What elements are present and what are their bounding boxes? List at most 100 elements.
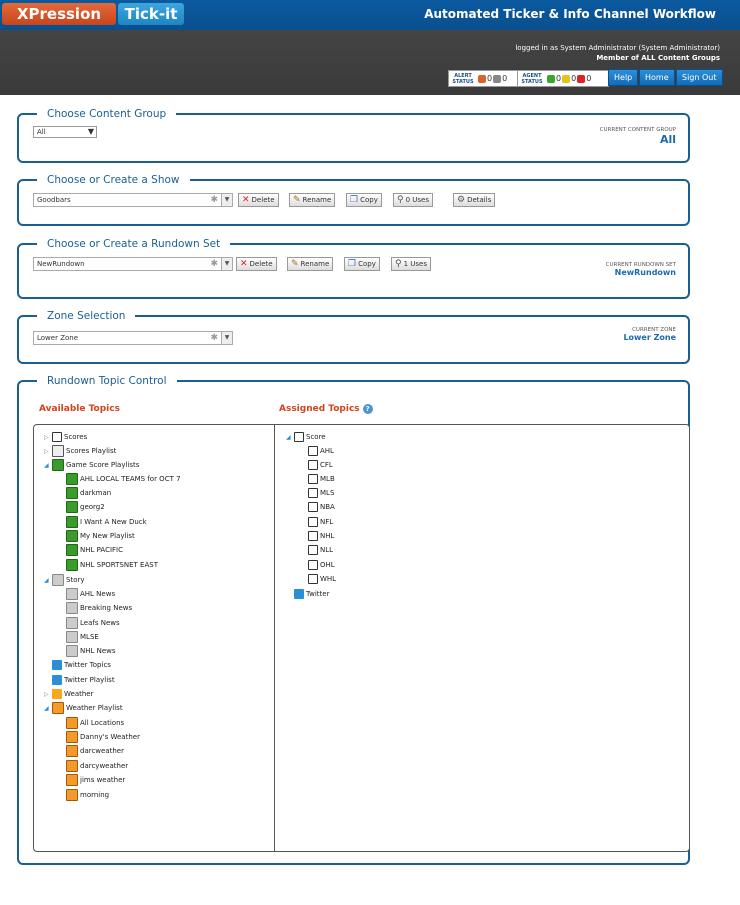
tree-node-story-item[interactable]: NHL News [66,645,116,657]
assigned-node-league[interactable]: MLB [308,473,335,485]
assigned-node-league[interactable]: AHL [308,445,334,457]
node-label: All Locations [80,719,125,727]
tree-node-story[interactable]: ◢ Story [44,574,85,587]
collapse-icon[interactable]: ◢ [44,703,52,715]
gear-icon: ⚙ [457,195,466,205]
current-zone-value: Lower Zone [623,333,676,342]
assigned-node-league[interactable]: MLS [308,487,334,499]
tree-node-weather-item[interactable]: morning [66,789,109,801]
tree-node-weather-item[interactable]: darcyweather [66,760,128,772]
rundown-copy-button[interactable]: ❐ Copy [344,257,380,271]
tree-node-weather-item[interactable]: All Locations [66,717,124,729]
node-label: Leafs News [80,619,120,627]
node-label: jims weather [80,776,126,784]
tree-node-story-item[interactable]: AHL News [66,588,115,600]
show-copy-button[interactable]: ❐ Copy [346,193,382,207]
expand-icon[interactable]: ▷ [44,432,52,444]
clear-icon[interactable]: ✱ [210,194,218,206]
show-details-button[interactable]: ⚙ Details [453,193,496,207]
node-label: darcweather [80,747,124,755]
show-uses-button[interactable]: ⚲ 0 Uses [393,193,433,207]
assigned-node-league[interactable]: WHL [308,573,336,585]
agent-status-label: AGENT STATUS [521,72,543,85]
tree-node-twitter-playlist[interactable]: Twitter Playlist [52,674,115,686]
rundown-rename-label: Rename [300,260,330,268]
assigned-node-twitter[interactable]: Twitter [294,588,329,600]
tree-node-weather-item[interactable]: jims weather [66,774,125,786]
show-rename-button[interactable]: ✎ Rename [289,193,336,207]
agent-status[interactable]: AGENT STATUS 0 0 0 [517,70,609,87]
tree-node-story-item[interactable]: Leafs News [66,617,120,629]
clear-icon[interactable]: ✱ [210,332,218,344]
help-icon[interactable]: ? [362,404,373,414]
zone-dropdown-icon[interactable]: ▼ [221,332,232,344]
clear-icon[interactable]: ✱ [210,258,218,270]
assigned-node-score[interactable]: ◢ Score [286,431,326,444]
expand-icon[interactable]: ▷ [44,446,52,458]
help-button[interactable]: Help [608,69,639,86]
login-info: logged in as System Administrator (Syste… [515,43,720,63]
show-delete-label: Delete [251,196,275,204]
assigned-node-league[interactable]: NHL [308,530,334,542]
ball-icon [308,502,318,512]
twitter-icon [52,660,62,670]
assigned-node-league[interactable]: OHL [308,559,335,571]
zone-combobox[interactable]: Lower Zone ✱ ▼ [33,331,233,345]
collapse-icon[interactable]: ◢ [44,575,52,587]
show-delete-button[interactable]: ✕ Delete [238,193,279,207]
tree-node-story-item[interactable]: Breaking News [66,602,132,614]
tree-node-gsp-item[interactable]: NHL SPORTSNET EAST [66,559,158,571]
rundown-combobox[interactable]: NewRundown ✱ ▼ [33,257,233,271]
content-group-select[interactable]: All ▼ [33,126,97,138]
tree-node-scores-playlist[interactable]: ▷ Scores Playlist [44,445,116,458]
tree-node-scores[interactable]: ▷ Scores [44,431,87,444]
tree-node-gsp-item[interactable]: georg2 [66,501,105,513]
signout-button[interactable]: Sign Out [676,69,723,86]
expand-icon[interactable]: ▷ [44,689,52,701]
rundown-delete-button[interactable]: ✕ Delete [236,257,277,271]
assigned-node-league[interactable]: NLL [308,544,333,556]
magnifier-icon: ⚲ [395,259,402,269]
dropdown-arrow-icon: ▼ [87,127,94,136]
node-label: NHL [320,532,335,540]
alert-status[interactable]: ALERT STATUS 0 0 [448,70,520,87]
tree-node-story-item[interactable]: MLSE [66,631,99,643]
delete-icon: ✕ [242,195,250,205]
content-group-legend: Choose Content Group [37,107,177,121]
show-dropdown-icon[interactable]: ▼ [221,194,232,206]
rundown-rename-button[interactable]: ✎ Rename [287,257,334,271]
rundown-legend: Choose or Create a Rundown Set [37,237,231,251]
home-button[interactable]: Home [639,69,675,86]
tree-node-weather-item[interactable]: darcweather [66,745,124,757]
logo-xpression: XPression [2,3,116,25]
rundown-uses-button[interactable]: ⚲ 1 Uses [391,257,431,271]
tree-node-gsp-item[interactable]: My New Playlist [66,530,135,542]
show-legend: Choose or Create a Show [37,173,190,187]
tree-node-weather-playlist[interactable]: ◢ Weather Playlist [44,702,123,715]
tree-node-gsp-item[interactable]: darkman [66,487,111,499]
node-label: Twitter [306,590,330,598]
assigned-node-league[interactable]: CFL [308,459,333,471]
tree-node-game-score-playlists[interactable]: ◢ Game Score Playlists [44,459,139,472]
collapse-icon[interactable]: ◢ [286,432,294,444]
tree-node-gsp-item[interactable]: AHL LOCAL TEAMS for OCT 7 [66,473,181,485]
assigned-node-league[interactable]: NFL [308,516,333,528]
assigned-node-league[interactable]: NBA [308,501,335,513]
top-bar: XPression Tick-it Automated Ticker & Inf… [0,0,740,30]
show-combobox[interactable]: Goodbars ✱ ▼ [33,193,233,207]
newspaper-icon [66,631,78,643]
node-label: AHL [320,447,334,455]
tree-node-gsp-item[interactable]: I Want A New Duck [66,516,147,528]
tree-node-gsp-item[interactable]: NHL PACIFIC [66,544,123,556]
newspaper-icon [66,602,78,614]
node-label: WHL [320,575,337,583]
tree-node-weather[interactable]: ▷ Weather [44,688,93,701]
newspaper-icon [66,645,78,657]
collapse-icon[interactable]: ◢ [44,460,52,472]
scoreboard-icon [66,559,78,571]
rundown-dropdown-icon[interactable]: ▼ [221,258,232,270]
current-rundown-value: NewRundown [614,268,676,277]
tree-node-twitter-topics[interactable]: Twitter Topics [52,659,111,671]
tree-node-weather-item[interactable]: Danny's Weather [66,731,140,743]
show-details-label: Details [467,196,492,204]
